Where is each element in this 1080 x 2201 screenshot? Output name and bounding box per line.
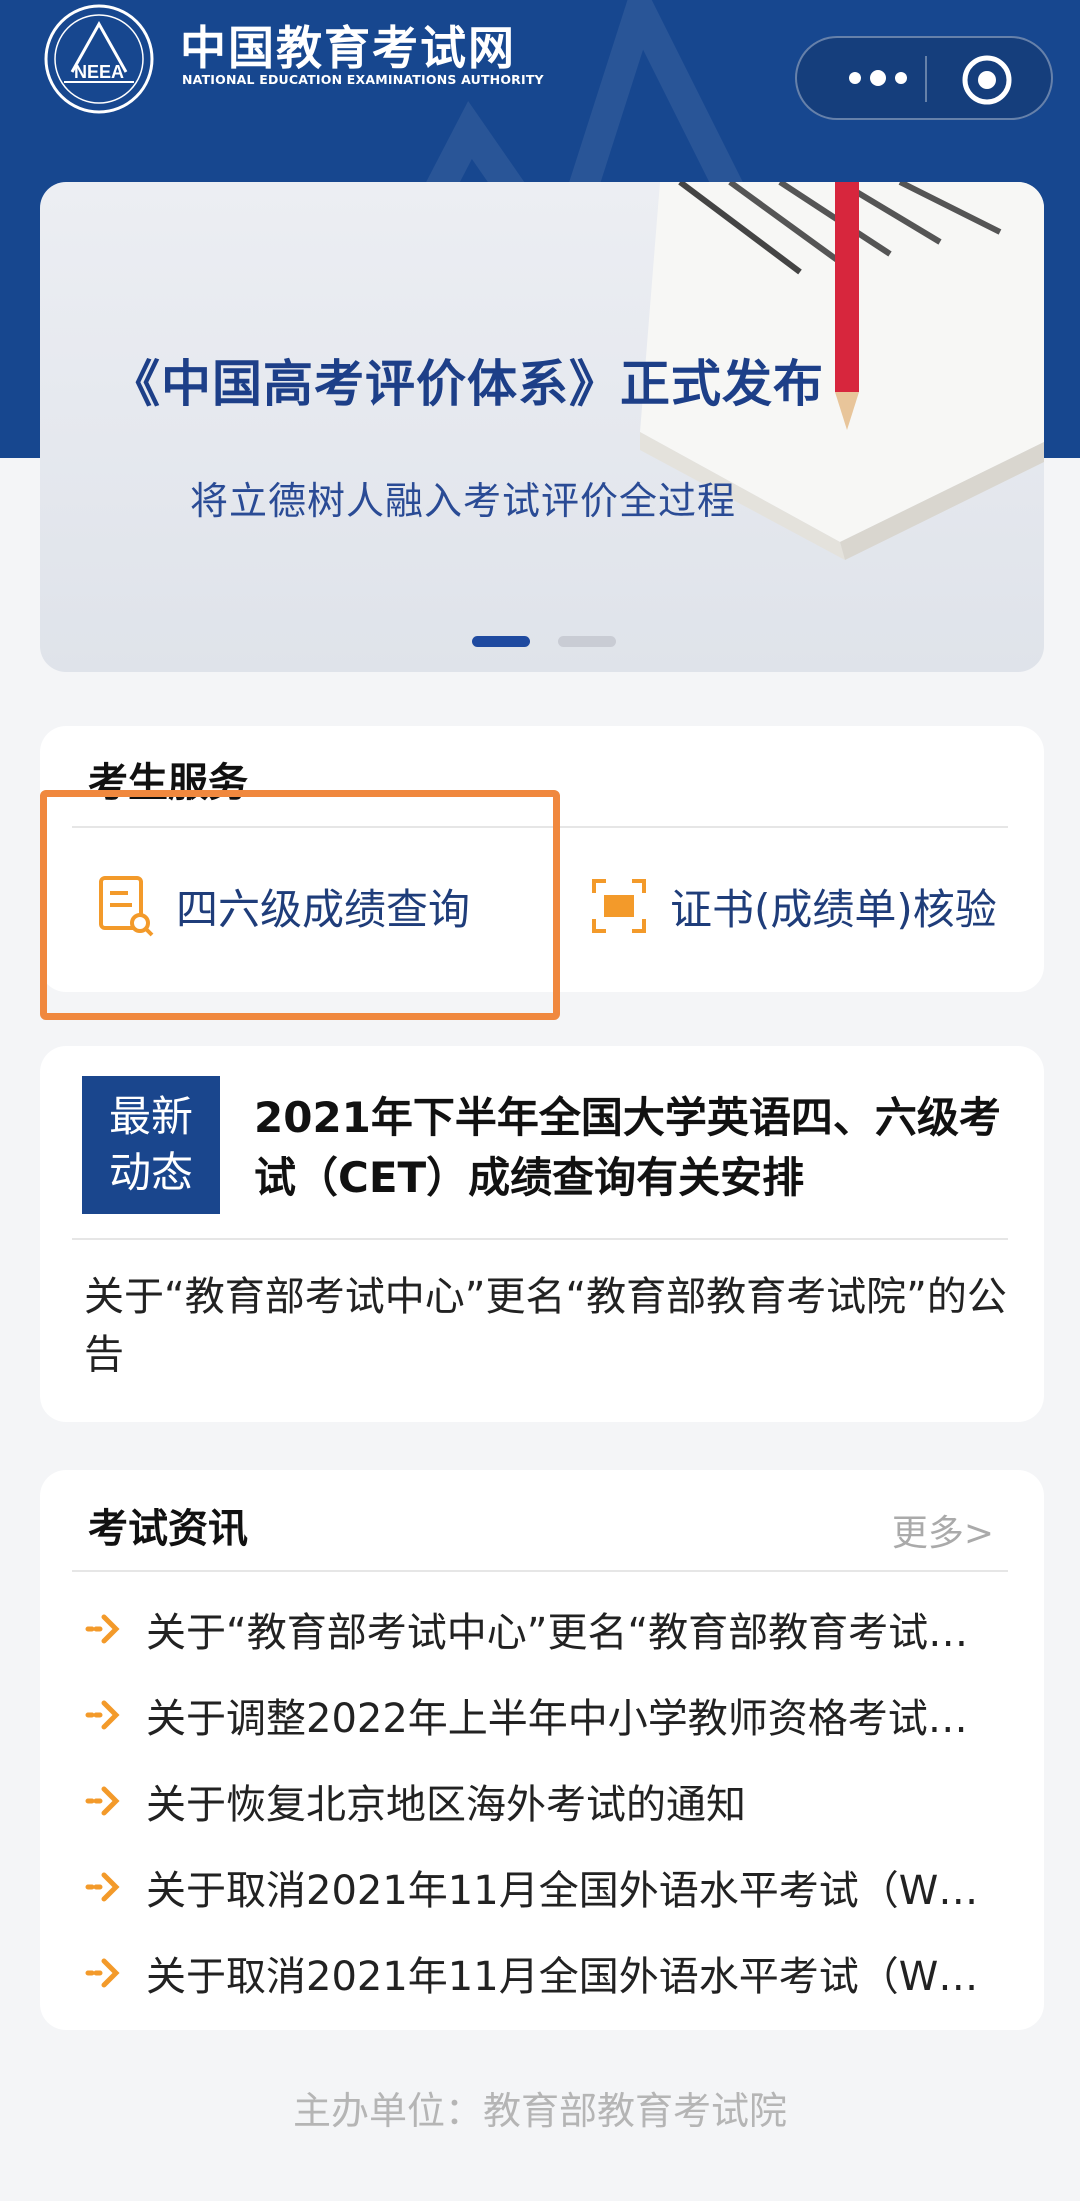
list-item-text: 关于“教育部考试中心”更名“教育部教育考试…: [146, 1610, 969, 1656]
neea-logo: NEEA: [44, 4, 154, 114]
latest-news-badge: 最新 动态: [82, 1076, 220, 1214]
target-close-icon[interactable]: [959, 52, 1015, 108]
carousel-dot[interactable]: [558, 636, 616, 647]
arrow-right-icon: [85, 1786, 120, 1816]
logo-text: NEEA: [74, 62, 124, 82]
list-item[interactable]: 关于“教育部考试中心”更名“教育部教育考试…: [84, 1586, 1024, 1672]
certificate-verify-button[interactable]: 证书(成绩单)核验: [590, 856, 997, 956]
arrow-right-icon: [85, 1700, 120, 1730]
more-dots-icon[interactable]: [833, 56, 923, 100]
news-second-link[interactable]: 关于“教育部考试中心”更名“教育部教育考试院”的公告: [84, 1268, 1014, 1384]
list-item-text: 关于取消2021年11月全国外语水平考试（W…: [146, 1868, 979, 1914]
mini-program-capsule: [795, 36, 1053, 120]
verify-icon: [592, 879, 646, 933]
list-item[interactable]: 关于恢复北京地区海外考试的通知: [84, 1758, 1024, 1844]
news-headline-link[interactable]: 2021年下半年全国大学英语四、六级考试（CET）成绩查询有关安排: [254, 1088, 1014, 1208]
list-item-text: 关于取消2021年11月全国外语水平考试（W…: [146, 1954, 979, 2000]
badge-line-1: 最新: [108, 1092, 193, 1141]
info-divider: [72, 1570, 1008, 1572]
list-item[interactable]: 关于调整2022年上半年中小学教师资格考试…: [84, 1672, 1024, 1758]
brand-name-en: NATIONAL EDUCATION EXAMINATIONS AUTHORIT…: [182, 72, 544, 87]
arrow-right-icon: [85, 1614, 120, 1644]
news-divider: [72, 1238, 1008, 1240]
highlight-box: [40, 790, 560, 1020]
exam-info-title: 考试资讯: [88, 1506, 248, 1552]
badge-line-2: 动态: [108, 1148, 193, 1197]
list-item-text: 关于调整2022年上半年中小学教师资格考试…: [146, 1696, 968, 1742]
arrow-right-icon: [85, 1872, 120, 1902]
list-item[interactable]: 关于取消2021年11月全国外语水平考试（W…: [84, 1930, 1024, 2016]
latest-news-card: 最新 动态 2021年下半年全国大学英语四、六级考试（CET）成绩查询有关安排 …: [40, 1046, 1044, 1422]
exam-info-list: 关于“教育部考试中心”更名“教育部教育考试… 关于调整2022年上半年中小学教师…: [84, 1586, 1024, 2016]
arrow-right-icon: [85, 1958, 120, 1988]
list-item-text: 关于恢复北京地区海外考试的通知: [146, 1782, 746, 1828]
banner-title: 《中国高考评价体系》正式发布: [110, 355, 824, 413]
more-link[interactable]: 更多>: [892, 1504, 994, 1556]
footer-sponsor: 主办单位：教育部教育考试院: [292, 2089, 787, 2133]
certificate-verify-label: 证书(成绩单)核验: [670, 884, 997, 934]
carousel-dot-active[interactable]: [472, 636, 530, 647]
list-item[interactable]: 关于取消2021年11月全国外语水平考试（W…: [84, 1844, 1024, 1930]
brand-name: 中国教育考试网: [180, 21, 516, 75]
exam-info-card: 考试资讯 更多> 关于“教育部考试中心”更名“教育部教育考试… 关于调整2022…: [40, 1470, 1044, 2030]
banner-subtitle: 将立德树人融入考试评价全过程: [190, 479, 737, 523]
banner-carousel[interactable]: 《中国高考评价体系》正式发布 将立德树人融入考试评价全过程: [40, 182, 1044, 672]
book-illustration: [640, 182, 1044, 560]
capsule-divider: [925, 56, 927, 102]
